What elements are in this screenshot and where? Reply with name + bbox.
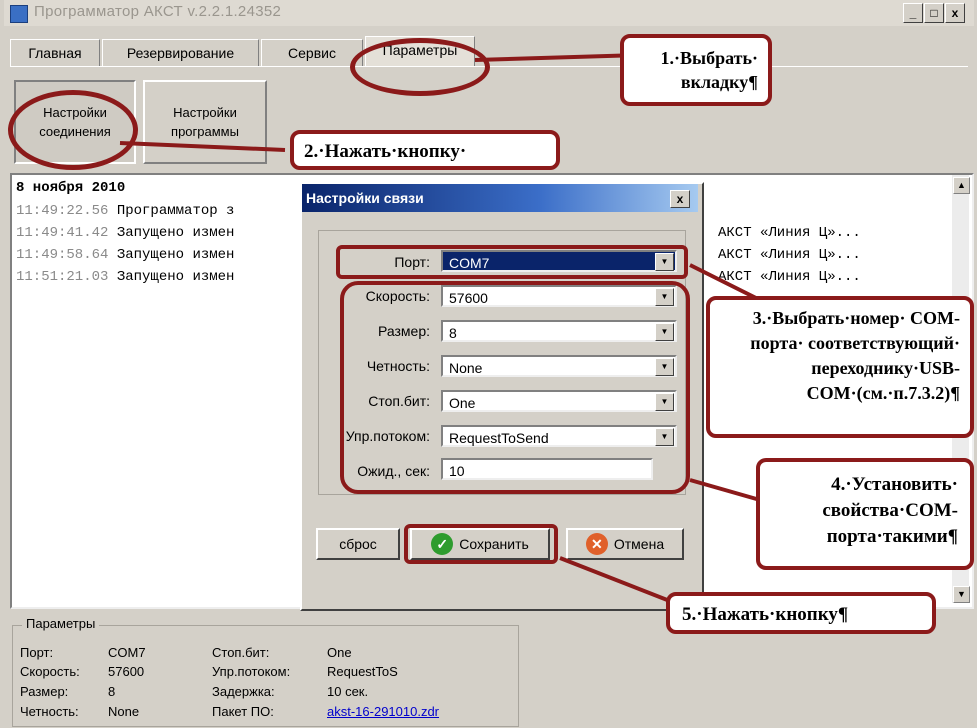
port-highlight-rect — [336, 245, 688, 279]
connector-3 — [689, 263, 761, 302]
save-highlight-rect — [404, 524, 558, 564]
connector-2 — [119, 141, 286, 152]
callout-5: 5.·Нажать·кнопку¶ — [666, 592, 936, 634]
callout-4: 4.·Установить· свойства·COM-порта·такими… — [756, 458, 974, 570]
button-highlight-ellipse — [8, 90, 138, 170]
connector-4 — [689, 478, 761, 502]
callout-3: 3.·Выбрать·номер· COM-порта· соответству… — [706, 296, 974, 438]
tab-highlight-ellipse — [350, 38, 490, 96]
callout-1: 1.·Выбрать· вкладку¶ — [620, 34, 772, 106]
connector-5 — [559, 556, 681, 607]
callout-2: 2.·Нажать·кнопку· — [290, 130, 560, 170]
connector-1 — [474, 53, 641, 62]
fields-highlight-rect — [340, 281, 690, 494]
